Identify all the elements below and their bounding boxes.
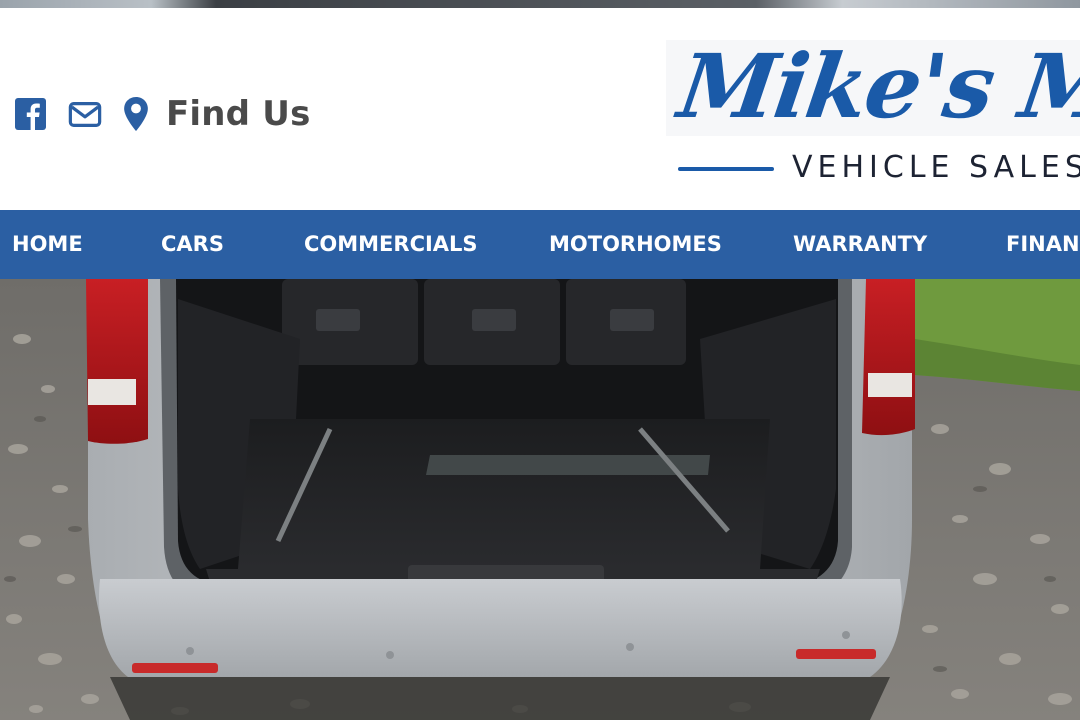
nav-item-finance[interactable]: FINANCE bbox=[1006, 210, 1080, 279]
map-marker-icon[interactable] bbox=[122, 96, 150, 132]
envelope-icon[interactable] bbox=[68, 96, 102, 132]
nav-item-cars[interactable]: CARS bbox=[161, 210, 224, 279]
header-contact-links: Find Us bbox=[14, 92, 311, 136]
logo-underline bbox=[678, 167, 774, 171]
facebook-icon[interactable] bbox=[14, 96, 48, 132]
nav-item-motorhomes[interactable]: MOTORHOMES bbox=[549, 210, 722, 279]
nav-item-home[interactable]: HOME bbox=[12, 210, 83, 279]
site-header: Find Us Mike's Motors VEHICLE SALES bbox=[0, 8, 1080, 210]
van-rear-photo bbox=[0, 279, 1080, 720]
site-logo[interactable]: Mike's Motors VEHICLE SALES bbox=[666, 40, 1080, 190]
hero-image bbox=[0, 279, 1080, 720]
main-navigation: HOME CARS COMMERCIALS MOTORHOMES WARRANT… bbox=[0, 210, 1080, 279]
logo-subtitle: VEHICLE SALES bbox=[792, 150, 1080, 185]
hero-photo-top-strip bbox=[0, 0, 1080, 8]
logo-title: Mike's Motors bbox=[672, 40, 1080, 138]
nav-item-warranty[interactable]: WARRANTY bbox=[793, 210, 927, 279]
find-us-link[interactable]: Find Us bbox=[166, 94, 311, 134]
nav-item-commercials[interactable]: COMMERCIALS bbox=[304, 210, 478, 279]
